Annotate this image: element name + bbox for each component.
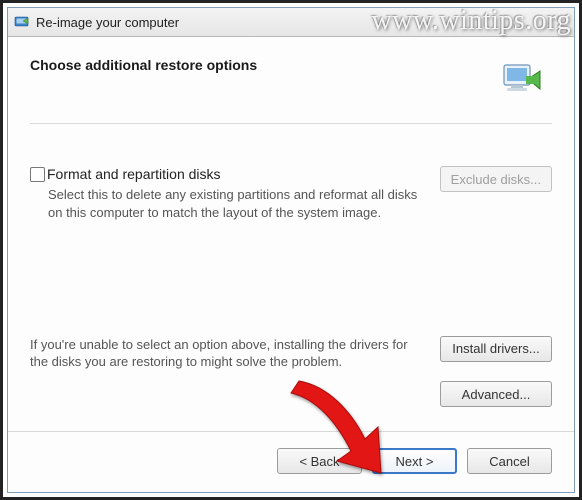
format-description: Select this to delete any existing parti… xyxy=(30,186,426,221)
content-area: Choose additional restore options Format… xyxy=(8,37,574,431)
wizard-footer: < Back Next > Cancel xyxy=(8,431,574,492)
drivers-info-text: If you're unable to select an option abo… xyxy=(30,336,426,371)
page-heading: Choose additional restore options xyxy=(30,57,257,73)
install-drivers-button[interactable]: Install drivers... xyxy=(440,336,552,362)
format-checkbox-label[interactable]: Format and repartition disks xyxy=(30,166,426,182)
wizard-header: Choose additional restore options xyxy=(30,57,552,124)
format-checkbox[interactable] xyxy=(30,167,45,182)
format-option-row: Format and repartition disks Select this… xyxy=(30,166,552,221)
computer-restore-icon xyxy=(498,57,546,105)
reimage-app-icon xyxy=(14,14,30,30)
wizard-body: Format and repartition disks Select this… xyxy=(30,124,552,431)
format-checkbox-text: Format and repartition disks xyxy=(47,166,221,182)
back-button[interactable]: < Back xyxy=(277,448,362,474)
reimage-window: Re-image your computer Choose additional… xyxy=(7,7,575,493)
window-title: Re-image your computer xyxy=(36,15,179,30)
cancel-button[interactable]: Cancel xyxy=(467,448,552,474)
next-button[interactable]: Next > xyxy=(372,448,457,474)
exclude-disks-button: Exclude disks... xyxy=(440,166,552,192)
titlebar: Re-image your computer xyxy=(8,8,574,37)
advanced-button[interactable]: Advanced... xyxy=(440,381,552,407)
